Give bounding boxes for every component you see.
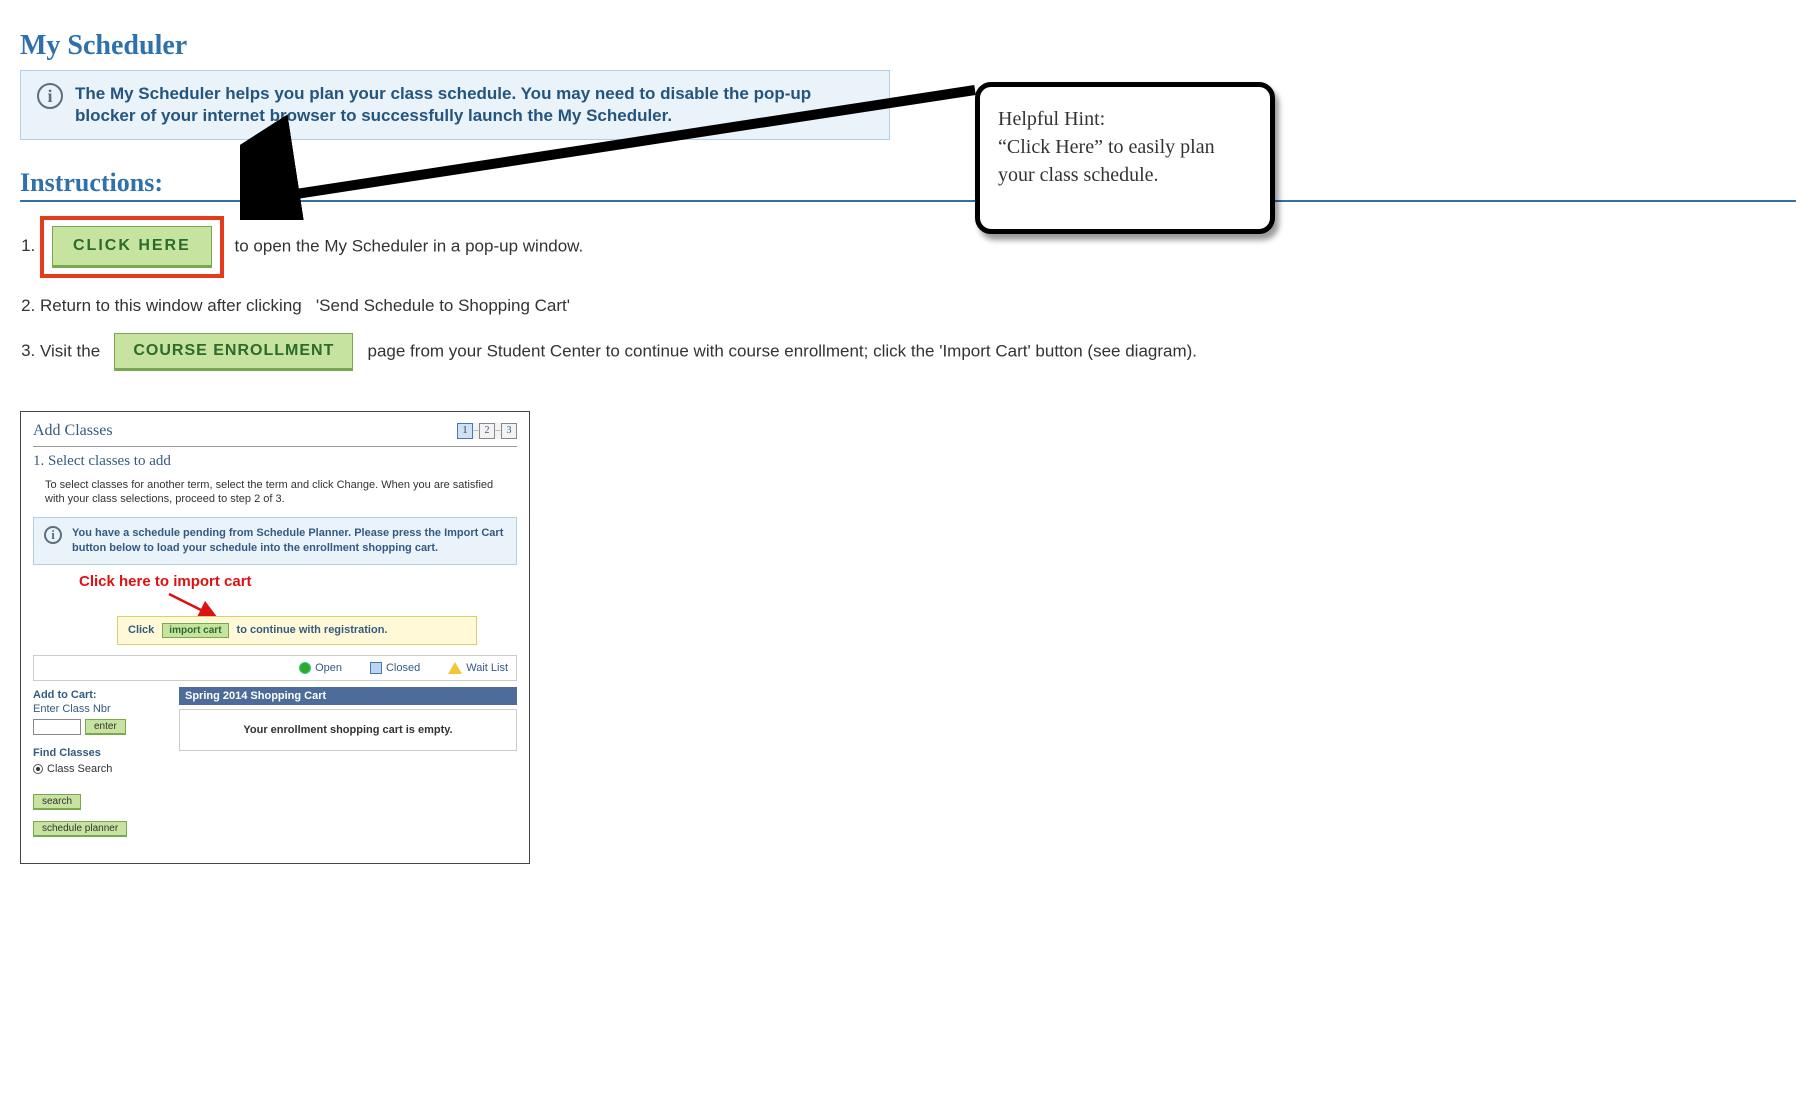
click-here-highlight: CLICK HERE: [40, 216, 224, 278]
schedule-planner-button[interactable]: schedule planner: [33, 821, 127, 837]
yellow-before: Click: [128, 624, 154, 636]
import-cart-callout: Click here to import cart: [79, 573, 517, 590]
import-cart-arrow-icon: [163, 592, 223, 616]
import-cart-bar: Click import cart to continue with regis…: [117, 616, 477, 645]
info-banner: i The My Scheduler helps you plan your c…: [20, 70, 890, 140]
diagram-title: Add Classes: [33, 422, 113, 440]
hint-title: Helpful Hint:: [998, 105, 1252, 133]
step3-after: page from your Student Center to continu…: [368, 341, 1198, 360]
diagram-instructions: To select classes for another term, sele…: [45, 478, 513, 508]
import-cart-button[interactable]: import cart: [162, 623, 228, 638]
diagram-info-banner: i You have a schedule pending from Sched…: [33, 517, 517, 565]
step-box-1: 1: [457, 423, 473, 439]
instruction-step-3: Visit the COURSE ENROLLMENT page from yo…: [40, 333, 1796, 371]
open-status-icon: [299, 662, 311, 674]
hint-line1: “Click Here” to easily plan: [998, 133, 1252, 161]
legend-wait: Wait List: [466, 662, 508, 674]
legend-open: Open: [315, 662, 342, 674]
enter-button[interactable]: enter: [85, 719, 126, 735]
class-search-radio[interactable]: Class Search: [33, 763, 173, 775]
step2-quoted: 'Send Schedule to Shopping Cart': [316, 296, 570, 315]
step-box-2: 2: [479, 423, 495, 439]
find-classes-label: Find Classes: [33, 747, 173, 759]
step3-before: Visit the: [40, 341, 100, 360]
diagram-info-text: You have a schedule pending from Schedul…: [72, 526, 506, 556]
step-indicator: 1 – 2 – 3: [457, 423, 517, 439]
instructions-list: CLICK HERE to open the My Scheduler in a…: [20, 216, 1796, 370]
hint-line2: your class schedule.: [998, 161, 1252, 189]
search-button[interactable]: search: [33, 794, 81, 810]
step2-text: Return to this window after clicking: [40, 296, 302, 315]
page-title: My Scheduler: [20, 30, 1796, 62]
class-search-label: Class Search: [47, 763, 112, 775]
enrollment-diagram: Add Classes 1 – 2 – 3 1. Select classes …: [20, 411, 530, 864]
shopping-cart-header: Spring 2014 Shopping Cart: [179, 687, 517, 705]
instruction-step-2: Return to this window after clicking 'Se…: [40, 292, 1796, 319]
shopping-cart-empty: Your enrollment shopping cart is empty.: [179, 709, 517, 751]
radio-icon: [33, 764, 43, 774]
waitlist-status-icon: [448, 662, 462, 674]
hint-callout: Helpful Hint: “Click Here” to easily pla…: [975, 82, 1275, 234]
info-banner-text: The My Scheduler helps you plan your cla…: [75, 83, 873, 127]
diagram-subheading: 1. Select classes to add: [33, 453, 517, 470]
heading-rule: [20, 200, 1796, 202]
click-here-button[interactable]: CLICK HERE: [52, 226, 212, 268]
info-icon: i: [44, 526, 62, 544]
class-nbr-input[interactable]: [33, 719, 81, 735]
legend-closed: Closed: [386, 662, 420, 674]
instructions-heading: Instructions:: [20, 168, 1796, 198]
status-legend: Open Closed Wait List: [33, 655, 517, 681]
instruction-step-1: CLICK HERE to open the My Scheduler in a…: [40, 216, 1796, 278]
step-box-3: 3: [501, 423, 517, 439]
closed-status-icon: [370, 662, 382, 674]
course-enrollment-button[interactable]: COURSE ENROLLMENT: [114, 333, 353, 371]
step1-after-text: to open the My Scheduler in a pop-up win…: [235, 236, 584, 255]
info-icon: i: [37, 83, 63, 109]
enter-class-nbr-label: Enter Class Nbr: [33, 703, 173, 715]
add-to-cart-label: Add to Cart:: [33, 689, 97, 701]
yellow-after: to continue with registration.: [237, 624, 388, 636]
